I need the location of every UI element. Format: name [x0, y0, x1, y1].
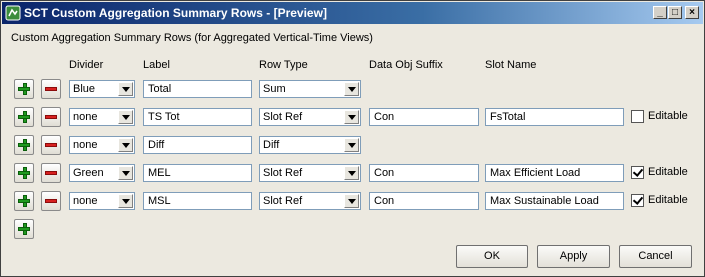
dialog-window: SCT Custom Aggregation Summary Rows - [P…: [0, 0, 705, 277]
minimize-button[interactable]: _: [653, 6, 667, 19]
row-type-select[interactable]: Diff: [259, 136, 361, 154]
row-type-select[interactable]: Slot Ref: [259, 192, 361, 210]
chevron-down-icon: [344, 110, 359, 124]
chevron-down-icon: [344, 194, 359, 208]
remove-row-button[interactable]: [41, 135, 61, 155]
editable-label: Editable: [648, 194, 688, 206]
editable-label: Editable: [648, 110, 688, 122]
slot-name-input[interactable]: Max Efficient Load: [485, 164, 624, 182]
label-input[interactable]: Total: [143, 80, 252, 98]
add-row-button[interactable]: [14, 107, 34, 127]
remove-row-button[interactable]: [41, 79, 61, 99]
title-bar[interactable]: SCT Custom Aggregation Summary Rows - [P…: [2, 2, 703, 24]
dialog-subtitle: Custom Aggregation Summary Rows (for Agg…: [11, 32, 373, 44]
chevron-down-icon: [118, 166, 133, 180]
divider-select[interactable]: Blue: [69, 80, 135, 98]
chevron-down-icon: [118, 138, 133, 152]
add-row-button[interactable]: [14, 79, 34, 99]
remove-row-button[interactable]: [41, 191, 61, 211]
header-label: Label: [143, 59, 170, 71]
divider-select[interactable]: none: [69, 192, 135, 210]
chevron-down-icon: [344, 166, 359, 180]
row-type-select[interactable]: Slot Ref: [259, 164, 361, 182]
apply-button[interactable]: Apply: [537, 245, 610, 268]
data-obj-suffix-input[interactable]: Con: [369, 108, 479, 126]
chevron-down-icon: [344, 82, 359, 96]
label-input[interactable]: Diff: [143, 136, 252, 154]
divider-select[interactable]: none: [69, 136, 135, 154]
label-input[interactable]: MEL: [143, 164, 252, 182]
cancel-button[interactable]: Cancel: [619, 245, 692, 268]
add-row-button[interactable]: [14, 191, 34, 211]
close-button[interactable]: ×: [685, 6, 699, 19]
add-row-button-bottom[interactable]: [14, 219, 34, 239]
data-obj-suffix-input[interactable]: Con: [369, 192, 479, 210]
add-row-button[interactable]: [14, 163, 34, 183]
header-slot-name: Slot Name: [485, 59, 537, 71]
editable-checkbox[interactable]: [631, 110, 644, 123]
label-input[interactable]: TS Tot: [143, 108, 252, 126]
header-divider: Divider: [69, 59, 104, 71]
window-title: SCT Custom Aggregation Summary Rows - [P…: [24, 6, 327, 20]
header-data-obj-suffix: Data Obj Suffix: [369, 59, 443, 71]
editable-checkbox[interactable]: [631, 166, 644, 179]
ok-button[interactable]: OK: [456, 245, 528, 268]
remove-row-button[interactable]: [41, 107, 61, 127]
slot-name-input[interactable]: Max Sustainable Load: [485, 192, 624, 210]
remove-row-button[interactable]: [41, 163, 61, 183]
slot-name-input[interactable]: FsTotal: [485, 108, 624, 126]
divider-select[interactable]: Green: [69, 164, 135, 182]
maximize-button[interactable]: □: [668, 6, 682, 19]
chevron-down-icon: [118, 194, 133, 208]
add-row-button[interactable]: [14, 135, 34, 155]
header-row-type: Row Type: [259, 59, 308, 71]
editable-checkbox[interactable]: [631, 194, 644, 207]
data-obj-suffix-input[interactable]: Con: [369, 164, 479, 182]
app-icon: [5, 5, 21, 21]
chevron-down-icon: [118, 110, 133, 124]
row-type-select[interactable]: Slot Ref: [259, 108, 361, 126]
chevron-down-icon: [344, 138, 359, 152]
row-type-select[interactable]: Sum: [259, 80, 361, 98]
label-input[interactable]: MSL: [143, 192, 252, 210]
divider-select[interactable]: none: [69, 108, 135, 126]
editable-label: Editable: [648, 166, 688, 178]
chevron-down-icon: [118, 82, 133, 96]
